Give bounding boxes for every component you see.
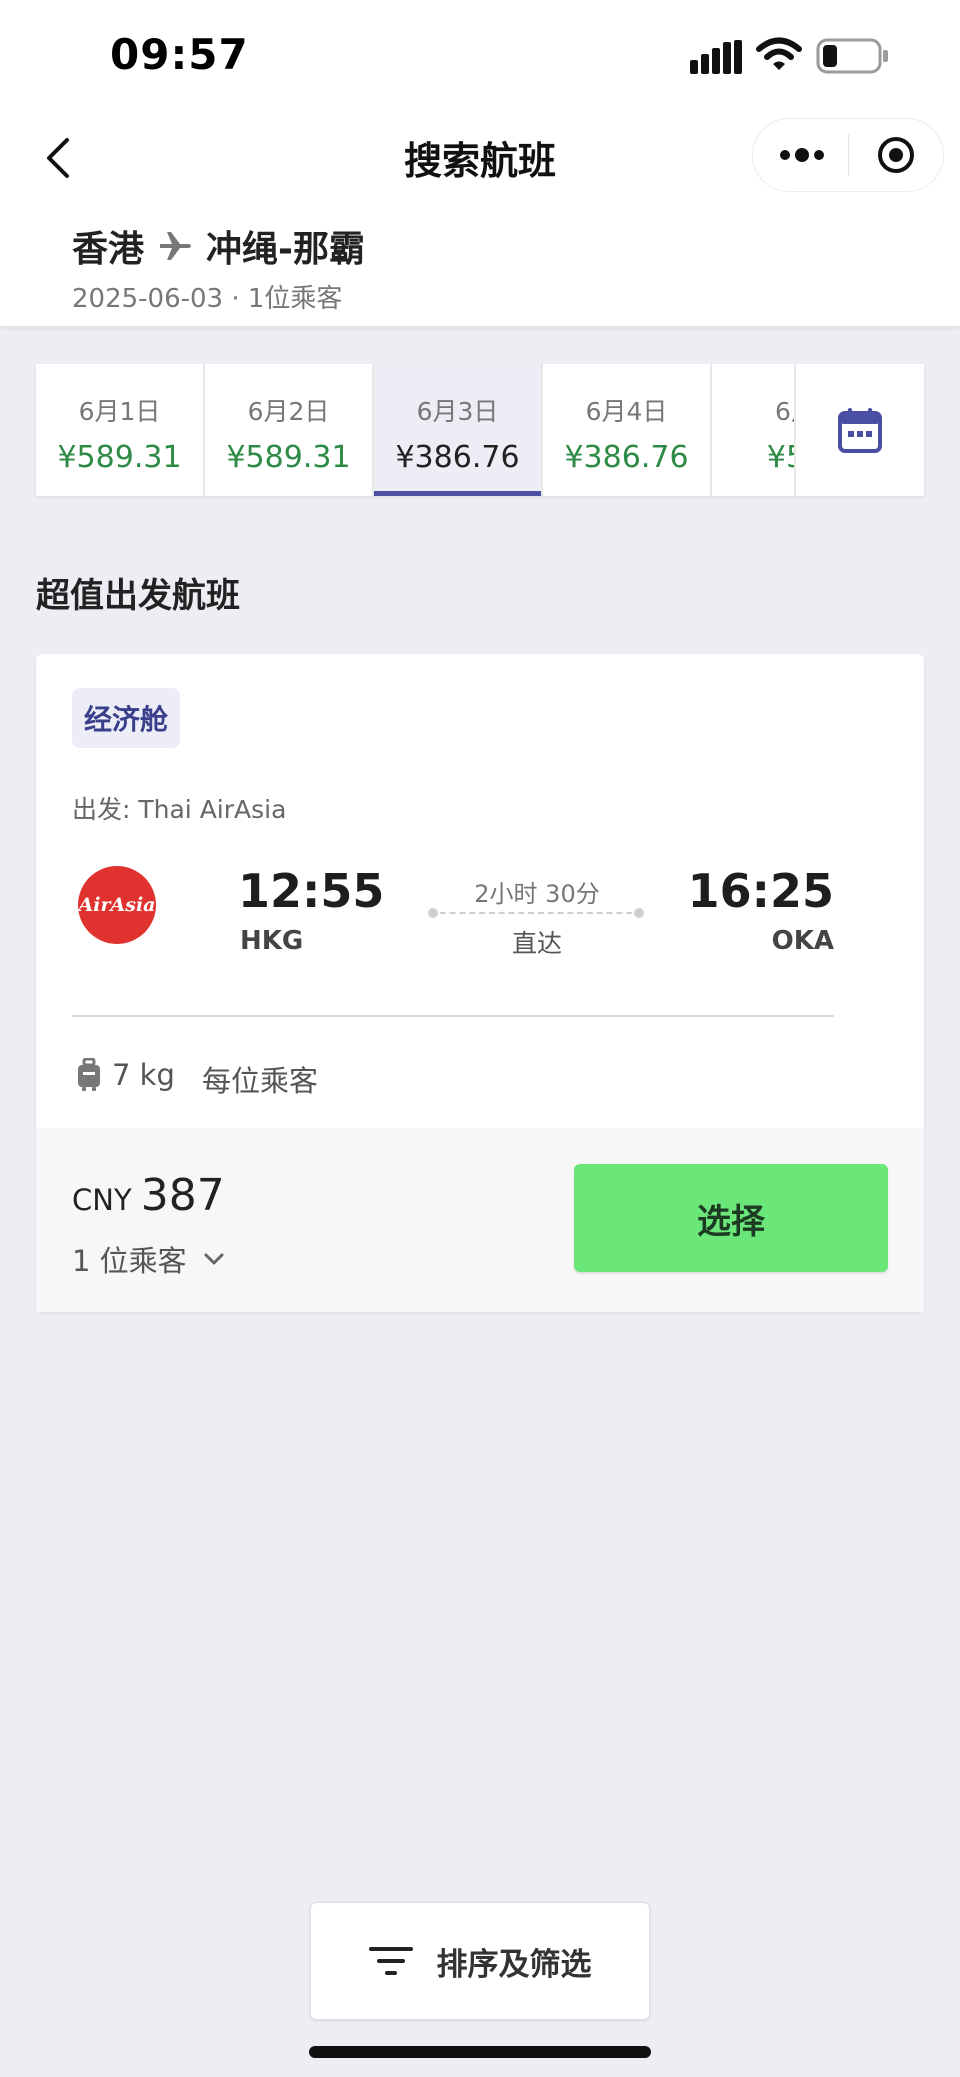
more-icon: [780, 148, 824, 162]
arrival-time: 16:25: [687, 864, 834, 918]
battery-icon: [816, 38, 888, 74]
price-amount: 387: [140, 1170, 225, 1221]
airline-logo-text: AirAsia: [78, 894, 156, 916]
passenger-count: 1 位乘客: [72, 1244, 187, 1278]
plane-icon: [158, 229, 194, 263]
price: CNY 387: [72, 1170, 225, 1221]
home-indicator: [309, 2046, 651, 2058]
airline-logo: AirAsia: [78, 866, 156, 944]
back-icon: [47, 138, 69, 178]
date-tab-jun-2[interactable]: 6月2日 ¥589.31: [205, 364, 374, 496]
date-tab-price: ¥386.76: [395, 440, 520, 475]
date-tab-jun-1[interactable]: 6月1日 ¥589.31: [36, 364, 205, 496]
luggage-note: 每位乘客: [202, 1064, 319, 1098]
target-icon: [878, 137, 914, 173]
departure-time: 12:55: [238, 864, 385, 918]
price-currency: CNY: [72, 1183, 132, 1217]
back-button[interactable]: [28, 128, 88, 188]
route-title: 香港 冲绳-那霸: [72, 220, 365, 272]
arrival-airport: OKA: [771, 926, 834, 956]
status-time: 09:57: [110, 30, 249, 79]
wifi-icon: [756, 37, 802, 70]
origin-city: 香港: [72, 229, 145, 270]
more-button[interactable]: [760, 122, 844, 188]
date-tab-price: ¥589.31: [226, 440, 351, 475]
close-mini-program-button[interactable]: [856, 122, 936, 188]
calendar-icon: [838, 408, 882, 453]
section-title: 超值出发航班: [36, 576, 240, 616]
select-flight-button[interactable]: 选择: [574, 1164, 888, 1272]
chevron-down-icon: [203, 1252, 225, 1266]
date-tab-date: 6月4日: [585, 397, 668, 426]
sort-filter-label: 排序及筛选: [436, 1946, 592, 1983]
calendar-button[interactable]: [794, 364, 924, 496]
passenger-select[interactable]: 1 位乘客: [72, 1238, 225, 1280]
card-divider: [72, 1015, 834, 1017]
capsule-divider: [848, 134, 849, 176]
sort-filter-button[interactable]: 排序及筛选: [310, 1902, 650, 2020]
date-tab-price: ¥386.76: [564, 440, 689, 475]
signal-icon: [690, 40, 742, 74]
luggage-icon: [78, 1058, 100, 1091]
route-subtitle: 2025-06-03 · 1位乘客: [72, 284, 343, 314]
date-tab-jun-3[interactable]: 6月3日 ¥386.76: [374, 364, 543, 496]
date-tab-price: ¥589.31: [57, 440, 182, 475]
destination-city: 冲绳-那霸: [206, 229, 365, 270]
date-tab-date: 6月3日: [416, 397, 499, 426]
operator-text: 出发: Thai AirAsia: [72, 795, 287, 824]
luggage-weight: 7 kg: [112, 1058, 175, 1092]
departure-airport: HKG: [240, 926, 304, 956]
date-tab-date: 6月1日: [78, 397, 161, 426]
date-tab-date: 6月2日: [247, 397, 330, 426]
date-tab-jun-4[interactable]: 6月4日 ¥386.76: [543, 364, 712, 496]
cabin-badge: 经济舱: [72, 688, 181, 748]
filter-icon: [368, 1947, 413, 1975]
date-strip: 6月1日 ¥589.31 6月2日 ¥589.31 6月3日 ¥386.76 6…: [36, 364, 924, 496]
route-dot-start: [428, 908, 438, 918]
